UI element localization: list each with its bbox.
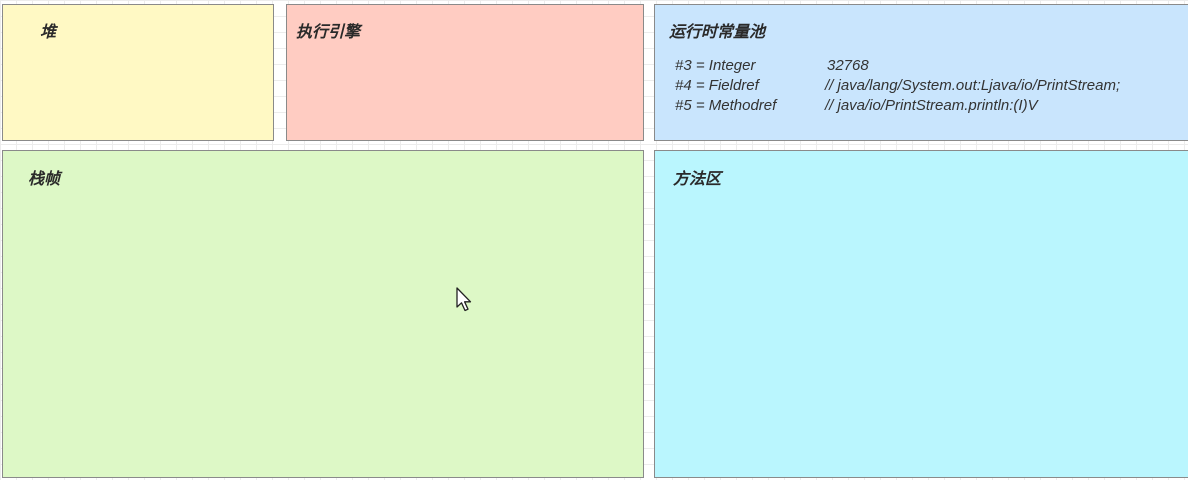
constant-pool-entry-value: // java/lang/System.out:Ljava/io/PrintSt… — [825, 77, 1121, 94]
method-area-panel: 方法区 — [654, 150, 1188, 478]
heap-title: 堆 — [40, 24, 57, 41]
constant-pool-entry-ref: #4 = Fieldref — [675, 77, 759, 94]
execution-engine-panel: 执行引擎 — [286, 4, 644, 141]
stack-frame-panel: 栈帧 — [2, 150, 644, 478]
method-area-title: 方法区 — [673, 171, 722, 188]
arrow-pointer-icon — [456, 287, 472, 312]
stack-frame-title: 栈帧 — [28, 171, 61, 188]
constant-pool-entry-value: 32768 — [827, 57, 869, 74]
constant-pool-entry-ref: #3 = Integer — [675, 57, 756, 74]
heap-panel: 堆 — [2, 4, 274, 141]
execution-engine-title: 执行引擎 — [296, 24, 361, 41]
runtime-constant-pool-panel: 运行时常量池 #3 = Integer 32768 #4 = Fieldref … — [654, 4, 1188, 141]
constant-pool-entry-ref: #5 = Methodref — [675, 97, 777, 114]
constant-pool-entry-value: // java/io/PrintStream.println:(I)V — [825, 97, 1038, 114]
runtime-constant-pool-title: 运行时常量池 — [669, 24, 766, 41]
